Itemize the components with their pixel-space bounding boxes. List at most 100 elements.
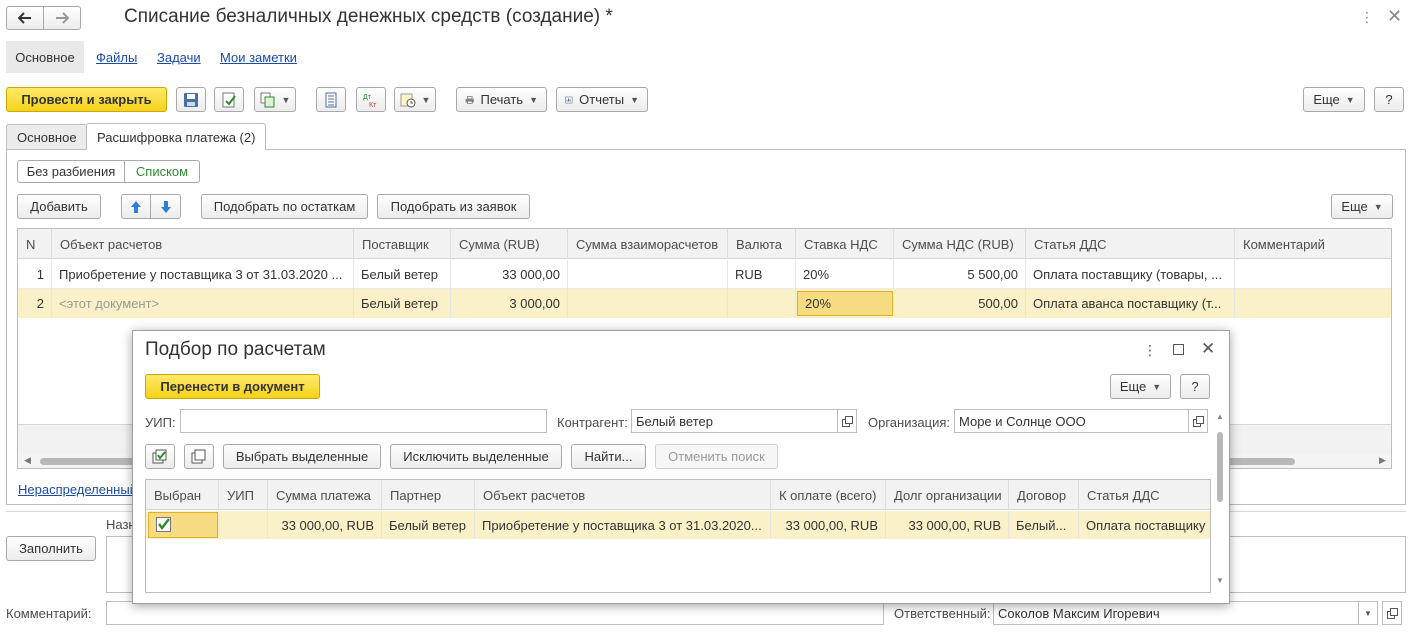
uip-field[interactable] bbox=[180, 409, 547, 433]
help-button[interactable]: ? bbox=[1374, 87, 1404, 112]
org-open-button[interactable] bbox=[1188, 409, 1208, 433]
transfer-to-document-button[interactable]: Перенести в документ bbox=[145, 374, 320, 399]
responsible-dropdown-button[interactable]: ▼ bbox=[1358, 601, 1378, 625]
chevron-down-icon: ▼ bbox=[529, 94, 538, 105]
reports-button[interactable]: Отчеты ▼ bbox=[556, 87, 648, 112]
table-row-selected[interactable]: 2 <этот документ> Белый ветер 3 000,00 2… bbox=[18, 289, 1391, 318]
pick-by-balance-button[interactable]: Подобрать по остаткам bbox=[201, 194, 368, 219]
fill-button[interactable]: Заполнить bbox=[6, 536, 96, 561]
col-sum[interactable]: Сумма (RUB) bbox=[451, 229, 568, 259]
col-partner[interactable]: Партнер bbox=[382, 480, 475, 510]
nav-notes[interactable]: Мои заметки bbox=[220, 50, 297, 65]
report-icon bbox=[565, 96, 573, 103]
scroll-left-icon[interactable]: ◀ bbox=[24, 455, 31, 466]
back-button[interactable] bbox=[6, 6, 44, 30]
open-icon bbox=[841, 415, 853, 427]
close-icon[interactable]: ✕ bbox=[1387, 6, 1402, 27]
tab-payment-details[interactable]: Расшифровка платежа (2) bbox=[86, 123, 267, 150]
col-mutual[interactable]: Сумма взаиморасчетов bbox=[568, 229, 728, 259]
scroll-up-icon[interactable]: ▲ bbox=[1216, 412, 1224, 421]
col-object[interactable]: Объект расчетов bbox=[52, 229, 354, 259]
create-based-button[interactable]: ▼ bbox=[254, 87, 296, 112]
dialog-close-icon[interactable]: ✕ bbox=[1201, 339, 1215, 359]
dialog-help-button[interactable]: ? bbox=[1180, 374, 1210, 399]
row-selected-cell[interactable] bbox=[148, 512, 218, 538]
exclude-selected-button[interactable]: Исключить выделенные bbox=[390, 444, 562, 469]
list-toggle[interactable]: Списком bbox=[124, 160, 200, 183]
comment-field[interactable] bbox=[106, 601, 884, 625]
history-button[interactable]: ▼ bbox=[394, 87, 436, 112]
nav-main[interactable]: Основное bbox=[6, 41, 84, 73]
org-field[interactable]: Море и Солнце ООО bbox=[954, 409, 1189, 433]
scroll-down-icon[interactable]: ▼ bbox=[1216, 576, 1224, 585]
post-and-close-button[interactable]: Провести и закрыть bbox=[6, 87, 167, 112]
scroll-thumb[interactable] bbox=[1217, 432, 1223, 502]
counterparty-field[interactable]: Белый ветер bbox=[631, 409, 838, 433]
save-button[interactable] bbox=[176, 87, 206, 112]
post-button[interactable] bbox=[214, 87, 244, 112]
vertical-scrollbar[interactable]: ▲ ▼ bbox=[1214, 412, 1226, 592]
more-button[interactable]: Еще ▼ bbox=[1303, 87, 1365, 112]
scroll-right-icon[interactable]: ▶ bbox=[1379, 455, 1386, 466]
col-vat-sum[interactable]: Сумма НДС (RUB) bbox=[894, 229, 1026, 259]
row-partner: Белый ветер bbox=[382, 511, 475, 539]
table-row[interactable]: 1 Приобретение у поставщика 3 от 31.03.2… bbox=[18, 260, 1391, 289]
col-to-pay[interactable]: К оплате (всего) bbox=[771, 480, 886, 510]
row-object: <этот документ> bbox=[52, 289, 354, 318]
org-value: Море и Солнце ООО bbox=[959, 413, 1086, 429]
col-selected[interactable]: Выбран bbox=[146, 480, 219, 510]
nav-tasks[interactable]: Задачи bbox=[157, 50, 201, 65]
col-dds[interactable]: Статья ДДС bbox=[1079, 480, 1210, 510]
print-button[interactable]: Печать ▼ bbox=[456, 87, 547, 112]
counterparty-open-button[interactable] bbox=[837, 409, 857, 433]
row-n: 2 bbox=[18, 289, 52, 318]
find-button[interactable]: Найти... bbox=[571, 444, 646, 469]
dialog-menu-icon[interactable]: ⋮ bbox=[1143, 342, 1157, 359]
checkbox-checked-icon[interactable] bbox=[156, 517, 171, 532]
unallocated-link[interactable]: Нераспределенный bbox=[18, 482, 137, 497]
forward-button[interactable] bbox=[43, 6, 81, 30]
uncheck-all-button[interactable] bbox=[184, 444, 214, 469]
arrow-right-icon bbox=[56, 12, 69, 24]
responsible-field[interactable]: Соколов Максим Игоревич bbox=[993, 601, 1359, 625]
table-more-button[interactable]: Еще ▼ bbox=[1331, 194, 1393, 219]
responsible-value: Соколов Максим Игоревич bbox=[998, 605, 1160, 621]
col-comment[interactable]: Комментарий bbox=[1235, 229, 1391, 259]
structure-button[interactable] bbox=[316, 87, 346, 112]
col-vat-rate[interactable]: Ставка НДС bbox=[796, 229, 894, 259]
col-object[interactable]: Объект расчетов bbox=[475, 480, 771, 510]
col-n[interactable]: N bbox=[18, 229, 52, 259]
row-supplier: Белый ветер bbox=[354, 289, 451, 318]
pick-from-requests-button[interactable]: Подобрать из заявок bbox=[377, 194, 530, 219]
col-currency[interactable]: Валюта bbox=[728, 229, 796, 259]
no-split-toggle[interactable]: Без разбиения bbox=[17, 160, 125, 183]
row-vat-rate-active-cell[interactable]: 20% bbox=[797, 291, 893, 316]
responsible-open-button[interactable] bbox=[1382, 601, 1402, 625]
row-dds: Оплата поставщику bbox=[1086, 517, 1206, 533]
row-mutual bbox=[568, 260, 728, 289]
tab-main[interactable]: Основное bbox=[6, 124, 88, 150]
chevron-down-icon: ▼ bbox=[281, 94, 291, 105]
add-button[interactable]: Добавить bbox=[17, 194, 101, 219]
nav-files[interactable]: Файлы bbox=[96, 50, 137, 65]
col-dds[interactable]: Статья ДДС bbox=[1026, 229, 1235, 259]
window-menu-icon[interactable]: ⋮ bbox=[1360, 9, 1374, 26]
select-selected-button[interactable]: Выбрать выделенные bbox=[223, 444, 381, 469]
dt-kt-button[interactable]: Дт Кт bbox=[356, 87, 386, 112]
move-up-button[interactable] bbox=[121, 194, 151, 219]
maximize-icon[interactable] bbox=[1173, 344, 1184, 355]
col-supplier[interactable]: Поставщик bbox=[354, 229, 451, 259]
check-all-button[interactable] bbox=[145, 444, 175, 469]
table-more-label: Еще bbox=[1341, 199, 1368, 214]
create-based-icon bbox=[260, 92, 275, 107]
col-contract[interactable]: Договор bbox=[1009, 480, 1079, 510]
row-sum: 3 000,00 bbox=[451, 289, 568, 318]
col-debt[interactable]: Долг организации bbox=[886, 480, 1009, 510]
move-down-button[interactable] bbox=[150, 194, 181, 219]
table-row-selected[interactable]: 33 000,00, RUB Белый ветер Приобретение … bbox=[146, 511, 1210, 539]
cancel-search-button[interactable]: Отменить поиск bbox=[655, 444, 778, 469]
col-uip[interactable]: УИП bbox=[219, 480, 268, 510]
dialog-more-button[interactable]: Еще ▼ bbox=[1110, 374, 1171, 399]
col-payment[interactable]: Сумма платежа bbox=[268, 480, 382, 510]
history-icon bbox=[400, 93, 416, 107]
